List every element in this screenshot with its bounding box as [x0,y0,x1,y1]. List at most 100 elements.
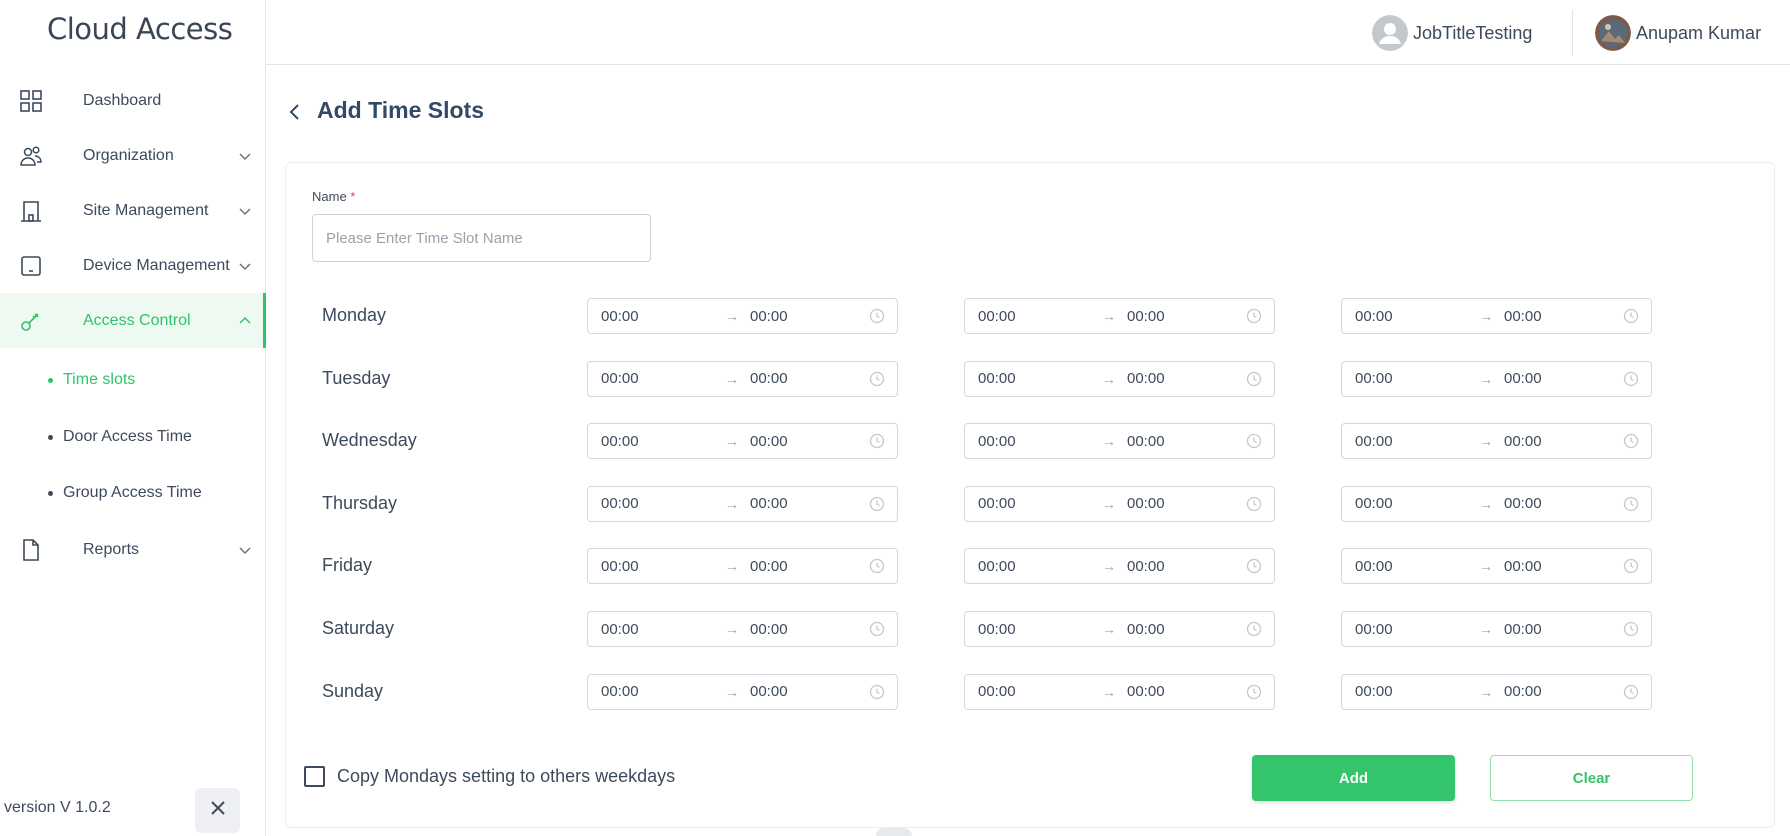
end-time[interactable]: 00:00 [750,495,788,512]
sidebar-subitem-door-access-time[interactable]: Door Access Time [48,428,192,446]
end-time[interactable]: 00:00 [750,621,788,638]
back-arrow-icon[interactable] [285,101,305,121]
add-button[interactable]: Add [1252,755,1455,801]
user-name: Anupam Kumar [1636,22,1762,43]
arrow-right-icon: → [725,558,739,575]
start-time[interactable]: 00:00 [978,621,1016,638]
clock-icon [869,558,885,574]
sidebar-item-label: Access Control [83,311,191,329]
end-time[interactable]: 00:00 [1504,621,1542,638]
start-time[interactable]: 00:00 [1355,308,1393,325]
end-time[interactable]: 00:00 [1127,683,1165,700]
time-range-picker[interactable]: 00:00 → 00:00 [964,360,1275,397]
start-time[interactable]: 00:00 [978,558,1016,575]
copy-monday-checkbox[interactable] [304,766,325,787]
end-time[interactable]: 00:00 [1127,495,1165,512]
sidebar-item-reports[interactable]: Reports [0,522,266,577]
time-range-picker[interactable]: 00:00 → 00:00 [964,485,1275,522]
start-time[interactable]: 00:00 [601,433,639,450]
start-time[interactable]: 00:00 [1355,495,1393,512]
start-time[interactable]: 00:00 [601,558,639,575]
start-time[interactable]: 00:00 [978,683,1016,700]
start-time[interactable]: 00:00 [601,683,639,700]
end-time[interactable]: 00:00 [750,433,788,450]
time-range-picker[interactable]: 00:00 → 00:00 [1341,298,1652,334]
sidebar-item-site-management[interactable]: Site Management [0,183,266,238]
time-range-picker[interactable]: 00:00 → 00:00 [587,423,898,460]
end-time[interactable]: 00:00 [1127,370,1165,387]
sidebar-item-dashboard[interactable]: Dashboard [0,73,266,128]
arrow-right-icon: → [725,683,739,700]
sidebar-item-label: Reports [83,540,140,558]
end-time[interactable]: 00:00 [1127,558,1165,575]
sidebar-item-device-management[interactable]: Device Management [0,238,266,293]
start-time[interactable]: 00:00 [978,495,1016,512]
time-range-picker[interactable]: 00:00 → 00:00 [964,423,1275,460]
clear-button[interactable]: Clear [1490,755,1693,801]
time-range-picker[interactable]: 00:00 → 00:00 [587,611,898,647]
time-range-picker[interactable]: 00:00 → 00:00 [964,611,1275,647]
sidebar-item-organization[interactable]: Organization [0,128,266,183]
scroll-handle[interactable] [876,828,912,836]
end-time[interactable]: 00:00 [1504,495,1542,512]
user-profile-menu[interactable]: Anupam Kumar [1595,15,1761,51]
clock-icon [869,308,885,324]
time-range-picker[interactable]: 00:00 → 00:00 [964,298,1275,334]
time-range-picker[interactable]: 00:00 → 00:00 [1341,548,1652,585]
end-time[interactable]: 00:00 [1127,621,1165,638]
end-time[interactable]: 00:00 [1127,433,1165,450]
clock-icon [1246,308,1262,324]
collapse-sidebar-button[interactable] [195,788,240,833]
time-slot-name-input[interactable] [312,214,651,262]
end-time[interactable]: 00:00 [1504,558,1542,575]
sidebar-subitem-group-access-time[interactable]: Group Access Time [48,484,202,502]
end-time[interactable]: 00:00 [1504,308,1542,325]
time-range-picker[interactable]: 00:00 → 00:00 [1341,485,1652,522]
end-time[interactable]: 00:00 [750,308,788,325]
start-time[interactable]: 00:00 [1355,621,1393,638]
time-range-picker[interactable]: 00:00 → 00:00 [1341,360,1652,397]
time-range-picker[interactable]: 00:00 → 00:00 [587,548,898,585]
arrow-right-icon: → [725,621,739,637]
start-time[interactable]: 00:00 [1355,558,1393,575]
clock-icon [1623,496,1639,512]
end-time[interactable]: 00:00 [750,370,788,387]
start-time[interactable]: 00:00 [601,621,639,638]
time-range-picker[interactable]: 00:00 → 00:00 [964,673,1275,710]
start-time[interactable]: 00:00 [601,370,639,387]
org-user-menu[interactable]: JobTitleTesting [1372,15,1532,51]
end-time[interactable]: 00:00 [1504,370,1542,387]
time-range-picker[interactable]: 00:00 → 00:00 [587,673,898,710]
start-time[interactable]: 00:00 [1355,433,1393,450]
sidebar-subitem-label: Door Access Time [63,428,192,445]
brand-logo: Cloud Access [47,12,233,46]
end-time[interactable]: 00:00 [1504,683,1542,700]
time-range-picker[interactable]: 00:00 → 00:00 [1341,611,1652,647]
time-range-picker[interactable]: 00:00 → 00:00 [964,548,1275,585]
arrow-right-icon: → [725,370,739,387]
end-time[interactable]: 00:00 [1504,433,1542,450]
start-time[interactable]: 00:00 [601,308,639,325]
arrow-right-icon: → [725,308,739,324]
sidebar-item-access-control[interactable]: Access Control [0,293,266,348]
start-time[interactable]: 00:00 [1355,683,1393,700]
start-time[interactable]: 00:00 [601,495,639,512]
clock-icon [1246,558,1262,574]
start-time[interactable]: 00:00 [978,308,1016,325]
start-time[interactable]: 00:00 [978,433,1016,450]
end-time[interactable]: 00:00 [750,558,788,575]
start-time[interactable]: 00:00 [1355,370,1393,387]
end-time[interactable]: 00:00 [750,683,788,700]
arrow-right-icon: → [1479,558,1493,575]
time-range-picker[interactable]: 00:00 → 00:00 [587,298,898,334]
start-time[interactable]: 00:00 [978,370,1016,387]
time-range-picker[interactable]: 00:00 → 00:00 [1341,673,1652,710]
sidebar-subitem-time-slots[interactable]: Time slots [48,371,135,389]
time-range-picker[interactable]: 00:00 → 00:00 [1341,423,1652,460]
time-range-picker[interactable]: 00:00 → 00:00 [587,360,898,397]
day-label: Sunday [322,680,384,701]
time-range-picker[interactable]: 00:00 → 00:00 [587,485,898,522]
end-time[interactable]: 00:00 [1127,308,1165,325]
clock-icon [1246,371,1262,387]
page-title-text: Add Time Slots [317,97,484,123]
